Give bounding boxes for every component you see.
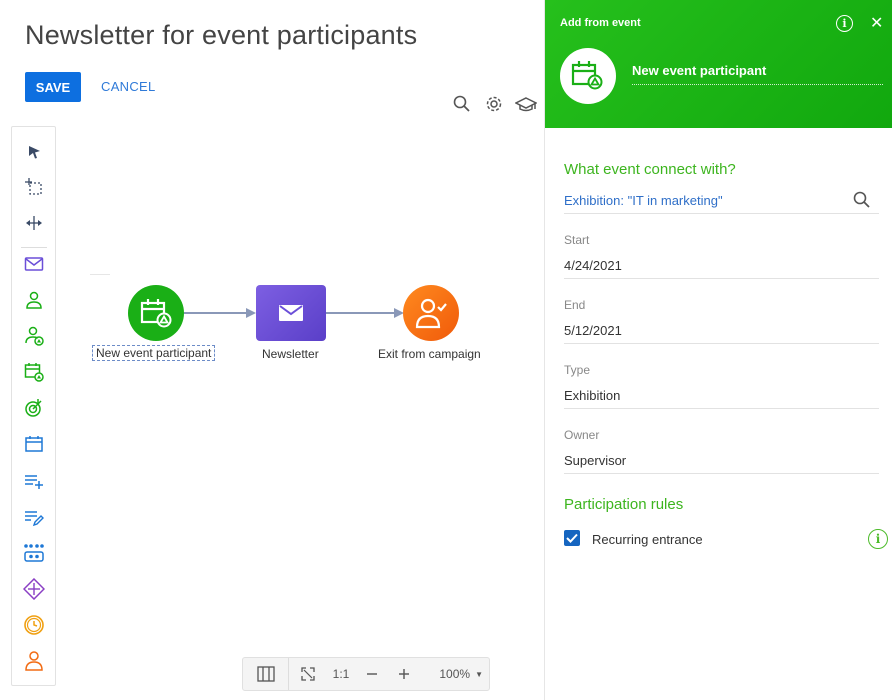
save-button[interactable]: SAVE bbox=[25, 72, 81, 102]
toolbox-divider bbox=[21, 247, 47, 248]
gear-icon[interactable] bbox=[483, 94, 505, 114]
diagram-node-newsletter[interactable] bbox=[256, 285, 326, 341]
field-underline bbox=[564, 213, 879, 214]
person-exit-icon bbox=[403, 285, 459, 341]
campaign-designer: Newsletter for event participants SAVE C… bbox=[0, 0, 892, 700]
envelope-icon bbox=[256, 285, 326, 341]
node-label-newsletter[interactable]: Newsletter bbox=[262, 347, 319, 361]
zoom-value: 100% bbox=[439, 667, 471, 681]
element-properties-panel: Add from event i ✕ New event participant… bbox=[545, 0, 892, 700]
horizontal-pan-icon[interactable] bbox=[22, 211, 46, 235]
landing-target-icon[interactable] bbox=[22, 396, 46, 420]
cancel-button[interactable]: CANCEL bbox=[101, 79, 156, 94]
start-label: Start bbox=[564, 233, 590, 247]
field-underline bbox=[564, 278, 879, 279]
rules-section-title: Participation rules bbox=[564, 496, 684, 513]
end-label: End bbox=[564, 298, 586, 312]
calendar-event-icon bbox=[571, 61, 603, 90]
graduation-cap-icon[interactable] bbox=[515, 94, 537, 114]
canvas-guide-line bbox=[90, 274, 110, 275]
zoom-out-button[interactable] bbox=[355, 658, 389, 690]
diagram-node-exit[interactable] bbox=[403, 285, 459, 341]
chevron-down-icon: ▼ bbox=[475, 669, 483, 679]
page-title: Newsletter for event participants bbox=[25, 20, 418, 50]
canvas-toolbar bbox=[451, 94, 537, 114]
add-from-event-icon[interactable] bbox=[22, 360, 46, 384]
connector-arrow bbox=[326, 312, 394, 314]
connector-arrow-head bbox=[246, 308, 256, 318]
element-name-field[interactable]: New event participant bbox=[632, 63, 766, 78]
diagram-node-event[interactable] bbox=[128, 285, 184, 341]
zoom-in-button[interactable] bbox=[389, 658, 419, 690]
info-icon[interactable]: i bbox=[868, 529, 888, 549]
element-name-underline bbox=[632, 84, 883, 85]
map-view-icon[interactable] bbox=[243, 658, 288, 690]
recurring-entrance-label[interactable]: Recurring entrance bbox=[592, 532, 703, 547]
panel-header: Add from event i ✕ New event participant bbox=[545, 0, 892, 128]
area-select-icon[interactable] bbox=[22, 175, 46, 199]
add-audience-icon[interactable] bbox=[22, 288, 46, 312]
fit-screen-icon[interactable] bbox=[289, 658, 327, 690]
modify-data-icon[interactable] bbox=[22, 505, 46, 529]
field-underline bbox=[564, 473, 879, 474]
close-icon[interactable]: ✕ bbox=[870, 13, 883, 33]
field-underline bbox=[564, 408, 879, 409]
node-label-exit[interactable]: Exit from campaign bbox=[378, 347, 481, 361]
panel-header-title: Add from event bbox=[560, 17, 641, 29]
checkmark-icon bbox=[566, 533, 578, 543]
actual-size-button[interactable]: 1:1 bbox=[327, 658, 355, 690]
element-avatar bbox=[560, 48, 616, 104]
search-icon[interactable] bbox=[451, 94, 473, 114]
type-label: Type bbox=[564, 363, 591, 377]
email-icon[interactable] bbox=[22, 252, 46, 276]
add-data-icon[interactable] bbox=[22, 469, 46, 493]
owner-value: Supervisor bbox=[564, 453, 627, 468]
info-icon[interactable]: i bbox=[836, 15, 853, 32]
start-value: 4/24/2021 bbox=[564, 258, 622, 273]
owner-label: Owner bbox=[564, 428, 600, 442]
connector-arrow bbox=[184, 312, 246, 314]
field-underline bbox=[564, 343, 879, 344]
search-icon[interactable] bbox=[853, 191, 871, 214]
exit-icon[interactable] bbox=[22, 649, 46, 673]
calendar-event-icon bbox=[128, 285, 184, 341]
recurring-entrance-checkbox[interactable] bbox=[564, 530, 580, 546]
type-value: Exhibition bbox=[564, 388, 621, 403]
element-toolbox bbox=[11, 126, 56, 686]
end-value: 5/12/2021 bbox=[564, 323, 622, 338]
zoom-toolbar: 1:1 100% ▼ bbox=[242, 657, 490, 691]
event-section-title: What event connect with? bbox=[564, 161, 736, 178]
timer-icon[interactable] bbox=[22, 613, 46, 637]
event-calendar-icon[interactable] bbox=[22, 432, 46, 456]
node-label-event[interactable]: New event participant bbox=[92, 345, 216, 361]
event-audience-icon[interactable] bbox=[22, 324, 46, 348]
zoom-select[interactable]: 100% ▼ bbox=[419, 658, 489, 690]
rule-icon[interactable] bbox=[22, 577, 46, 601]
event-lookup-field[interactable]: Exhibition: "IT in marketing" bbox=[564, 193, 723, 208]
process-icon[interactable] bbox=[22, 541, 46, 565]
pointer-icon[interactable] bbox=[22, 140, 46, 164]
